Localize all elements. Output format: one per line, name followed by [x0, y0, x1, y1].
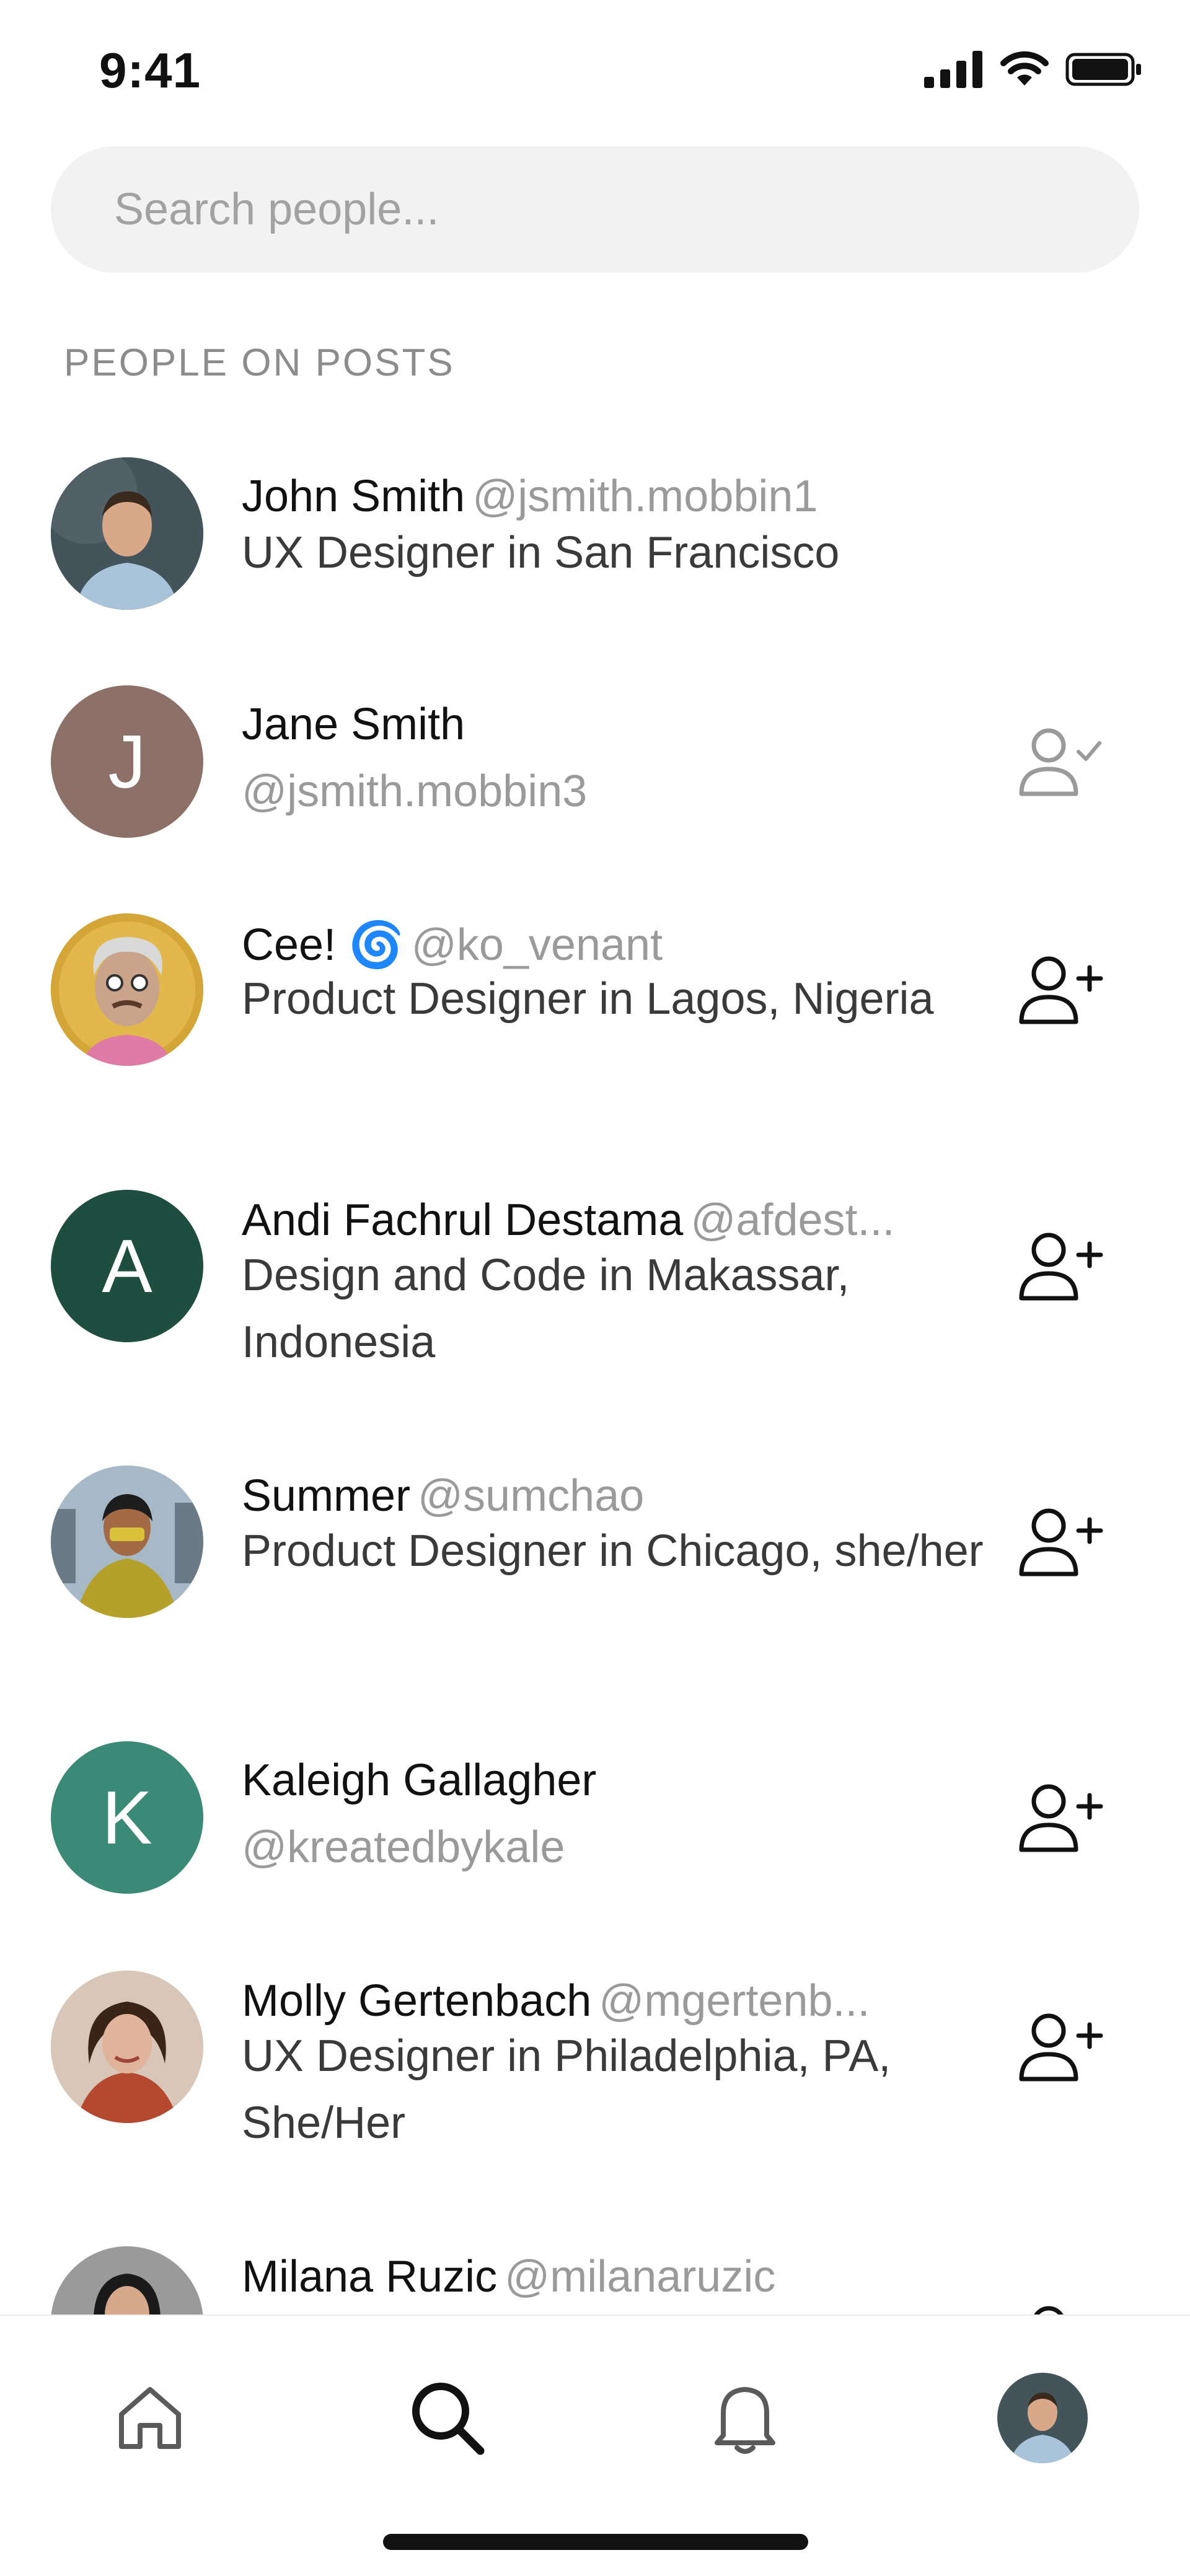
- user-plus-icon: [1034, 2306, 1064, 2314]
- user-plus-icon: [1019, 1233, 1103, 1301]
- search-icon: [412, 2383, 485, 2455]
- tab-search[interactable]: [392, 2362, 503, 2474]
- user-plus-icon: [1019, 1784, 1103, 1852]
- user-plus-icon: [1019, 2013, 1103, 2081]
- list-item[interactable]: A Andi Fachrul Destama @afdest... Design …: [0, 1190, 1190, 1376]
- person-handle: @jsmith.mobbin3: [242, 767, 588, 816]
- avatar: K: [51, 1741, 203, 1894]
- person-handle: @kreatedbykale: [242, 1822, 565, 1872]
- follow-button[interactable]: [1010, 1997, 1109, 2096]
- follow-button[interactable]: [1010, 2290, 1109, 2314]
- person-bio: Design and Code in Makassar, Indonesia: [242, 1251, 850, 1367]
- avatar: [51, 1971, 203, 2123]
- avatar: A: [51, 1190, 203, 1342]
- tab-home[interactable]: [94, 2362, 206, 2474]
- avatar-initial: J: [108, 719, 146, 804]
- tab-bar: [0, 2314, 1190, 2576]
- avatar: [51, 2246, 203, 2314]
- following-button[interactable]: [1010, 712, 1109, 811]
- user-plus-icon: [1019, 956, 1103, 1024]
- person-handle: @mgertenb...: [599, 1976, 870, 2026]
- person-name: Milana Ruzic: [242, 2252, 498, 2301]
- search-input[interactable]: [51, 146, 1139, 273]
- list-item[interactable]: Milana Ruzic @milanaruzic: [0, 2246, 1190, 2314]
- person-name: Jane Smith: [242, 700, 465, 749]
- person-name: Andi Fachrul Destama: [242, 1195, 684, 1245]
- person-name-line: John Smith @jsmith.mobbin1: [242, 471, 954, 522]
- user-plus-icon: [1019, 1508, 1103, 1576]
- person-name-line: Cee! 🌀 @ko_venant: [242, 918, 954, 971]
- person-name: Kaleigh Gallagher: [242, 1756, 597, 1805]
- list-item[interactable]: Summer @sumchao Product Designer in Chica…: [0, 1466, 1190, 1651]
- person-bio: UX Designer in Philadelphia, PA, She/Her: [242, 2031, 891, 2148]
- tab-notifications[interactable]: [689, 2362, 801, 2474]
- person-handle: @sumchao: [418, 1471, 645, 1521]
- person-name: Summer: [242, 1471, 411, 1521]
- avatar-initial: K: [102, 1775, 152, 1860]
- person-name: John Smith: [242, 472, 465, 521]
- user-check-icon: [1019, 728, 1101, 796]
- avatar-initial: A: [102, 1224, 152, 1308]
- person-bio: Product Designer in Lagos, Nigeria: [242, 974, 934, 1024]
- follow-button[interactable]: [1010, 1216, 1109, 1316]
- person-name-line: Summer @sumchao: [242, 1470, 954, 1521]
- follow-button[interactable]: [1010, 1492, 1109, 1591]
- avatar: J: [51, 685, 203, 838]
- profile-avatar: [997, 2373, 1088, 2463]
- person-handle: @milanaruzic: [505, 2252, 776, 2301]
- person-bio: UX Designer in San Francisco: [242, 528, 840, 578]
- person-name-line: Milana Ruzic @milanaruzic: [242, 2251, 954, 2302]
- avatar: [51, 913, 203, 1066]
- follow-button[interactable]: [1010, 1768, 1109, 1867]
- avatar: [51, 457, 203, 610]
- list-item[interactable]: Molly Gertenbach @mgertenb... UX Designer…: [0, 1971, 1190, 2156]
- person-handle: @jsmith.mobbin1: [472, 472, 818, 521]
- section-title: PEOPLE ON POSTS: [64, 341, 455, 384]
- person-name-line: Molly Gertenbach @mgertenb...: [242, 1976, 954, 2026]
- list-item[interactable]: Cee! 🌀 @ko_venant Product Designer in Lag…: [0, 913, 1190, 1099]
- person-bio: Product Designer in Chicago, she/her: [242, 1526, 984, 1576]
- person-name-line: Andi Fachrul Destama @afdest...: [242, 1195, 954, 1246]
- tab-profile[interactable]: [987, 2362, 1098, 2474]
- home-indicator: [383, 2534, 808, 2550]
- list-item[interactable]: John Smith @jsmith.mobbin1 UX Designer in…: [0, 457, 1190, 610]
- list-item[interactable]: K Kaleigh Gallagher @kreatedbykale: [0, 1741, 1190, 1894]
- person-name: Cee! 🌀: [242, 920, 404, 970]
- follow-button[interactable]: [1010, 940, 1109, 1039]
- person-handle: @ko_venant: [411, 920, 663, 970]
- bell-icon: [715, 2387, 775, 2454]
- home-icon: [119, 2387, 181, 2449]
- person-name: Molly Gertenbach: [242, 1976, 592, 2026]
- list-item[interactable]: J Jane Smith @jsmith.mobbin3: [0, 685, 1190, 838]
- person-handle: @afdest...: [690, 1195, 895, 1245]
- avatar: [51, 1466, 203, 1618]
- people-list[interactable]: PEOPLE ON POSTS John Smith@jsmith.mobbin…: [0, 0, 1190, 2314]
